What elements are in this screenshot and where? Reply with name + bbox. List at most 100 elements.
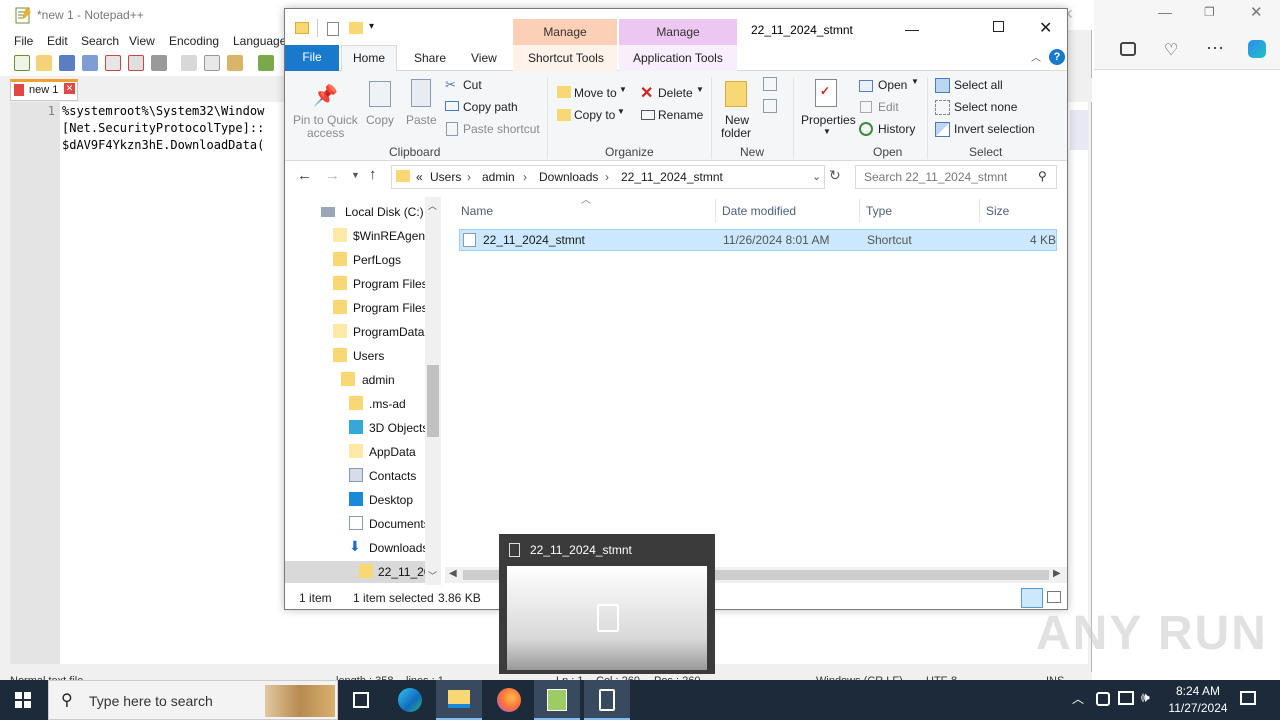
copy-icon[interactable] <box>204 55 220 71</box>
tab-close-icon[interactable]: ✕ <box>64 83 75 94</box>
refresh-icon[interactable]: ↻ <box>829 167 841 184</box>
nav-scroll-thumb[interactable] <box>427 365 439 437</box>
new-folder-button[interactable]: New <box>725 113 749 127</box>
maximize-icon[interactable] <box>993 21 1004 32</box>
recent-locations-icon[interactable]: ▼ <box>351 170 360 180</box>
easy-access-icon[interactable] <box>763 99 777 113</box>
volume-icon[interactable]: 🕪 <box>1141 689 1150 706</box>
move-to-button[interactable]: Move to <box>574 86 617 100</box>
up-arrow-icon[interactable]: ↑ <box>369 166 377 183</box>
details-view-icon[interactable] <box>1021 588 1043 608</box>
column-size[interactable]: Size <box>986 204 1009 218</box>
edge-taskbar-button[interactable] <box>386 680 432 720</box>
scroll-down-icon[interactable]: ﹀ <box>428 569 437 582</box>
menu-language[interactable]: Language <box>233 34 286 48</box>
paste-button[interactable]: Paste <box>406 113 437 127</box>
open-file-icon[interactable] <box>36 55 52 71</box>
history-button[interactable]: History <box>878 122 915 136</box>
invert-selection-button[interactable]: Invert selection <box>954 122 1035 136</box>
notification-icon[interactable] <box>1240 691 1256 705</box>
select-all-button[interactable]: Select all <box>954 78 1003 92</box>
breadcrumb-overflow[interactable]: « <box>416 170 423 184</box>
column-type[interactable]: Type <box>866 204 892 218</box>
address-bar[interactable]: « Users › admin › Downloads › 22_11_2024… <box>391 165 825 189</box>
close-all-icon[interactable] <box>128 55 144 71</box>
tab-view[interactable]: View <box>471 51 497 65</box>
breadcrumb-admin[interactable]: admin <box>482 170 515 184</box>
breadcrumb-users[interactable]: Users <box>430 170 461 184</box>
back-arrow-icon[interactable]: ← <box>297 167 312 184</box>
collections-icon[interactable] <box>1120 42 1136 56</box>
nav-current-folder[interactable]: 22_11_20 <box>285 561 431 583</box>
save-all-icon[interactable] <box>82 55 98 71</box>
browser-essentials-icon[interactable]: ♡ <box>1164 40 1178 60</box>
minimize-icon[interactable]: — <box>905 21 919 37</box>
properties-button[interactable]: Properties <box>801 113 856 127</box>
firefox-taskbar-button[interactable] <box>486 680 532 720</box>
more-options-icon[interactable]: ⋯ <box>1206 38 1224 59</box>
cut-icon[interactable] <box>181 55 197 71</box>
copy-button[interactable]: Copy <box>366 113 394 127</box>
tab-application-tools[interactable]: Application Tools <box>633 51 723 65</box>
help-icon[interactable]: ? <box>1049 49 1065 65</box>
tab-file[interactable]: File <box>285 45 339 71</box>
file-row[interactable]: 22_11_2024_stmnt 11/26/2024 8:01 AM Shor… <box>459 229 1057 251</box>
rename-button[interactable]: Rename <box>658 108 703 122</box>
scroll-left-icon[interactable]: ◀ <box>449 568 457 579</box>
tab-new-1[interactable]: new 1 ✕ <box>10 79 78 101</box>
restore-icon[interactable]: ❐ <box>1204 5 1215 19</box>
scroll-up-icon[interactable]: ︿ <box>428 199 437 212</box>
notepadpp-taskbar-button[interactable] <box>534 680 580 720</box>
menu-view[interactable]: View <box>129 34 155 48</box>
cut-button[interactable]: Cut <box>463 78 482 92</box>
network-icon[interactable] <box>1118 691 1134 705</box>
close-icon[interactable]: ✕ <box>1039 18 1052 38</box>
paste-shortcut-button[interactable]: Paste shortcut <box>463 122 540 136</box>
forward-arrow-icon[interactable]: → <box>325 167 340 184</box>
minimize-icon[interactable]: — <box>1158 4 1172 20</box>
clock[interactable]: 8:24 AM 11/27/2024 <box>1160 683 1236 717</box>
taskbar-search[interactable]: ⚲ Type here to search <box>48 680 338 720</box>
task-view-button[interactable] <box>338 680 384 720</box>
new-item-icon[interactable] <box>763 77 777 91</box>
save-icon[interactable] <box>59 55 75 71</box>
start-button[interactable] <box>0 680 46 720</box>
breadcrumb-current[interactable]: 22_11_2024_stmnt <box>621 170 723 184</box>
column-date-modified[interactable]: Date modified <box>722 204 796 218</box>
nav-scrollbar[interactable]: ︿ ﹀ <box>425 197 441 585</box>
close-file-icon[interactable] <box>105 55 121 71</box>
close-icon[interactable]: ✕ <box>1250 3 1263 21</box>
menu-search[interactable]: Search <box>81 34 119 48</box>
menu-file[interactable]: File <box>14 34 33 48</box>
document-taskbar-button[interactable] <box>584 680 630 720</box>
address-dropdown-icon[interactable]: ⌄ <box>812 170 821 183</box>
select-none-button[interactable]: Select none <box>954 100 1017 114</box>
large-icons-view-icon[interactable] <box>1047 591 1061 603</box>
undo-icon[interactable] <box>258 55 274 71</box>
print-icon[interactable] <box>151 55 167 71</box>
breadcrumb-downloads[interactable]: Downloads <box>539 170 598 184</box>
properties-quick-icon[interactable] <box>327 22 339 36</box>
paste-icon[interactable] <box>227 55 243 71</box>
show-hidden-icons-icon[interactable]: ︿ <box>1072 690 1084 707</box>
new-file-icon[interactable] <box>14 55 30 71</box>
menu-edit[interactable]: Edit <box>47 34 68 48</box>
edit-button[interactable]: Edit <box>878 100 899 114</box>
copy-to-button[interactable]: Copy to <box>574 108 615 122</box>
collapse-ribbon-icon[interactable]: ︿ <box>1031 49 1041 64</box>
tab-home[interactable]: Home <box>341 45 397 72</box>
new-folder-quick-icon[interactable] <box>349 22 363 34</box>
column-name[interactable]: Name <box>461 204 493 218</box>
open-button[interactable]: Open <box>878 78 907 92</box>
device-icon[interactable] <box>1096 692 1110 706</box>
scroll-right-icon[interactable]: ▶ <box>1053 568 1061 579</box>
tab-shortcut-tools[interactable]: Shortcut Tools <box>528 51 604 65</box>
search-input[interactable]: Search 22_11_2024_stmnt ⚲ <box>855 165 1057 189</box>
pin-to-quick-access-label[interactable]: Pin to Quick <box>293 113 358 127</box>
delete-button[interactable]: Delete <box>658 86 693 100</box>
explorer-taskbar-button[interactable] <box>436 680 482 720</box>
copilot-icon[interactable] <box>1248 40 1266 58</box>
copy-path-button[interactable]: Copy path <box>463 100 518 114</box>
quick-access-dropdown-icon[interactable]: ▾ <box>369 21 374 32</box>
tab-share[interactable]: Share <box>414 51 446 65</box>
